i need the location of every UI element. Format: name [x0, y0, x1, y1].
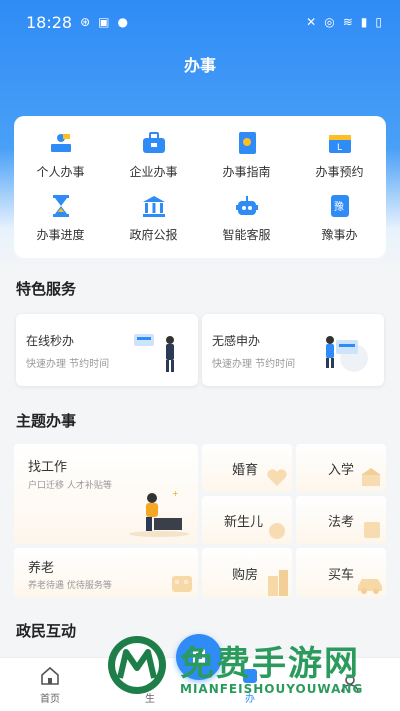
nav-home[interactable]: 首页: [0, 658, 100, 711]
robot-icon: [234, 194, 260, 218]
page-title: 办事: [183, 56, 216, 75]
status-bar: 18:28 ⊛ ▣ ● ✕ ◎ ≋ ▮ ▯: [0, 0, 400, 44]
task-icon: [243, 668, 257, 683]
elderly-illustration: [172, 576, 192, 592]
quick-action-progress[interactable]: 办事进度: [14, 187, 107, 250]
themes-section-title: 主题办事: [16, 412, 77, 430]
find-job-subtitle: 户口迁移 人才补贴等: [28, 481, 112, 491]
home-icon: [41, 666, 59, 685]
svg-text:L: L: [337, 143, 342, 153]
quick-action-personal[interactable]: 个人办事: [14, 124, 107, 187]
gallery-icon: ▣: [98, 15, 110, 29]
quick-action-enterprise[interactable]: 企业办事: [107, 124, 200, 187]
elderly-subtitle: 养老待遇 优待服务等: [28, 581, 112, 591]
house-illustration: [268, 570, 288, 596]
law-exam-illustration: [364, 522, 380, 538]
quick-action-yushiban[interactable]: 豫 豫事办: [293, 187, 386, 250]
seamless-apply-illustration: [326, 336, 368, 372]
theme-newborn[interactable]: 新生儿: [202, 496, 292, 544]
quick-action-gazette[interactable]: 政府公报: [107, 187, 200, 250]
theme-marriage[interactable]: 婚育: [202, 444, 292, 492]
find-job-title: 找工作: [28, 460, 68, 475]
quick-action-guide[interactable]: 办事指南: [200, 124, 293, 187]
floating-action-button[interactable]: [176, 634, 222, 680]
quick-action-smart-service[interactable]: 智能客服: [200, 187, 293, 250]
wifi-icon: ≋: [342, 15, 353, 29]
quick-action-appointment[interactable]: L 办事预约: [293, 124, 386, 187]
svg-text:豫: 豫: [334, 200, 344, 213]
quick-actions-card: 个人办事 企业办事 办事指南 L 办事预约 办事进度 政府公报 智能客服 豫 豫…: [14, 116, 386, 258]
document-icon: [193, 649, 205, 665]
marriage-illustration: [267, 469, 287, 486]
bulb-icon: ●: [117, 15, 128, 29]
sync-icon: ⊛: [80, 15, 91, 29]
online-instant-card[interactable]: 在线秒办 快速办理 节约时间: [16, 314, 198, 386]
nav-profile[interactable]: [300, 658, 400, 711]
signal-icon: ▮: [360, 15, 368, 29]
guide-book-icon: [234, 131, 260, 155]
theme-school-enrollment[interactable]: 入学: [296, 444, 386, 492]
car-illustration: [358, 579, 382, 594]
interaction-section-title: 政民互动: [16, 622, 77, 640]
theme-elderly[interactable]: 养老 养老待遇 优待服务等: [14, 548, 198, 598]
mute-icon: ✕: [306, 15, 317, 29]
online-instant-illustration: [134, 334, 174, 372]
battery-icon: ▯: [375, 15, 382, 29]
school-illustration: [361, 468, 381, 486]
theme-buy-car[interactable]: 买车: [296, 548, 386, 598]
profile-icon: [341, 675, 359, 693]
yu-app-icon: 豫: [327, 194, 353, 218]
featured-section-title: 特色服务: [16, 280, 77, 298]
person-desk-icon: [48, 131, 74, 155]
theme-law-exam[interactable]: 法考: [296, 496, 386, 544]
theme-buy-house[interactable]: 购房: [202, 548, 292, 598]
seamless-apply-card[interactable]: 无感申办 快速办理 节约时间: [202, 314, 384, 386]
government-building-icon: [141, 194, 167, 218]
calendar-icon: L: [327, 131, 353, 155]
themes-grid: 找工作 户口迁移 人才补贴等 + 养老 养老待遇 优待服务等 婚育 入学 新生儿…: [14, 444, 386, 598]
elderly-title: 养老: [28, 561, 55, 576]
briefcase-icon: [141, 131, 167, 155]
svg-text:+: +: [172, 489, 179, 498]
hourglass-icon: [48, 194, 74, 218]
service-icon: [142, 667, 158, 684]
alarm-icon: ◎: [324, 15, 335, 29]
newborn-illustration: [269, 523, 285, 539]
find-job-illustration: +: [129, 489, 189, 537]
status-time: 18:28: [26, 12, 73, 32]
theme-find-job[interactable]: 找工作 户口迁移 人才补贴等 +: [14, 444, 198, 544]
